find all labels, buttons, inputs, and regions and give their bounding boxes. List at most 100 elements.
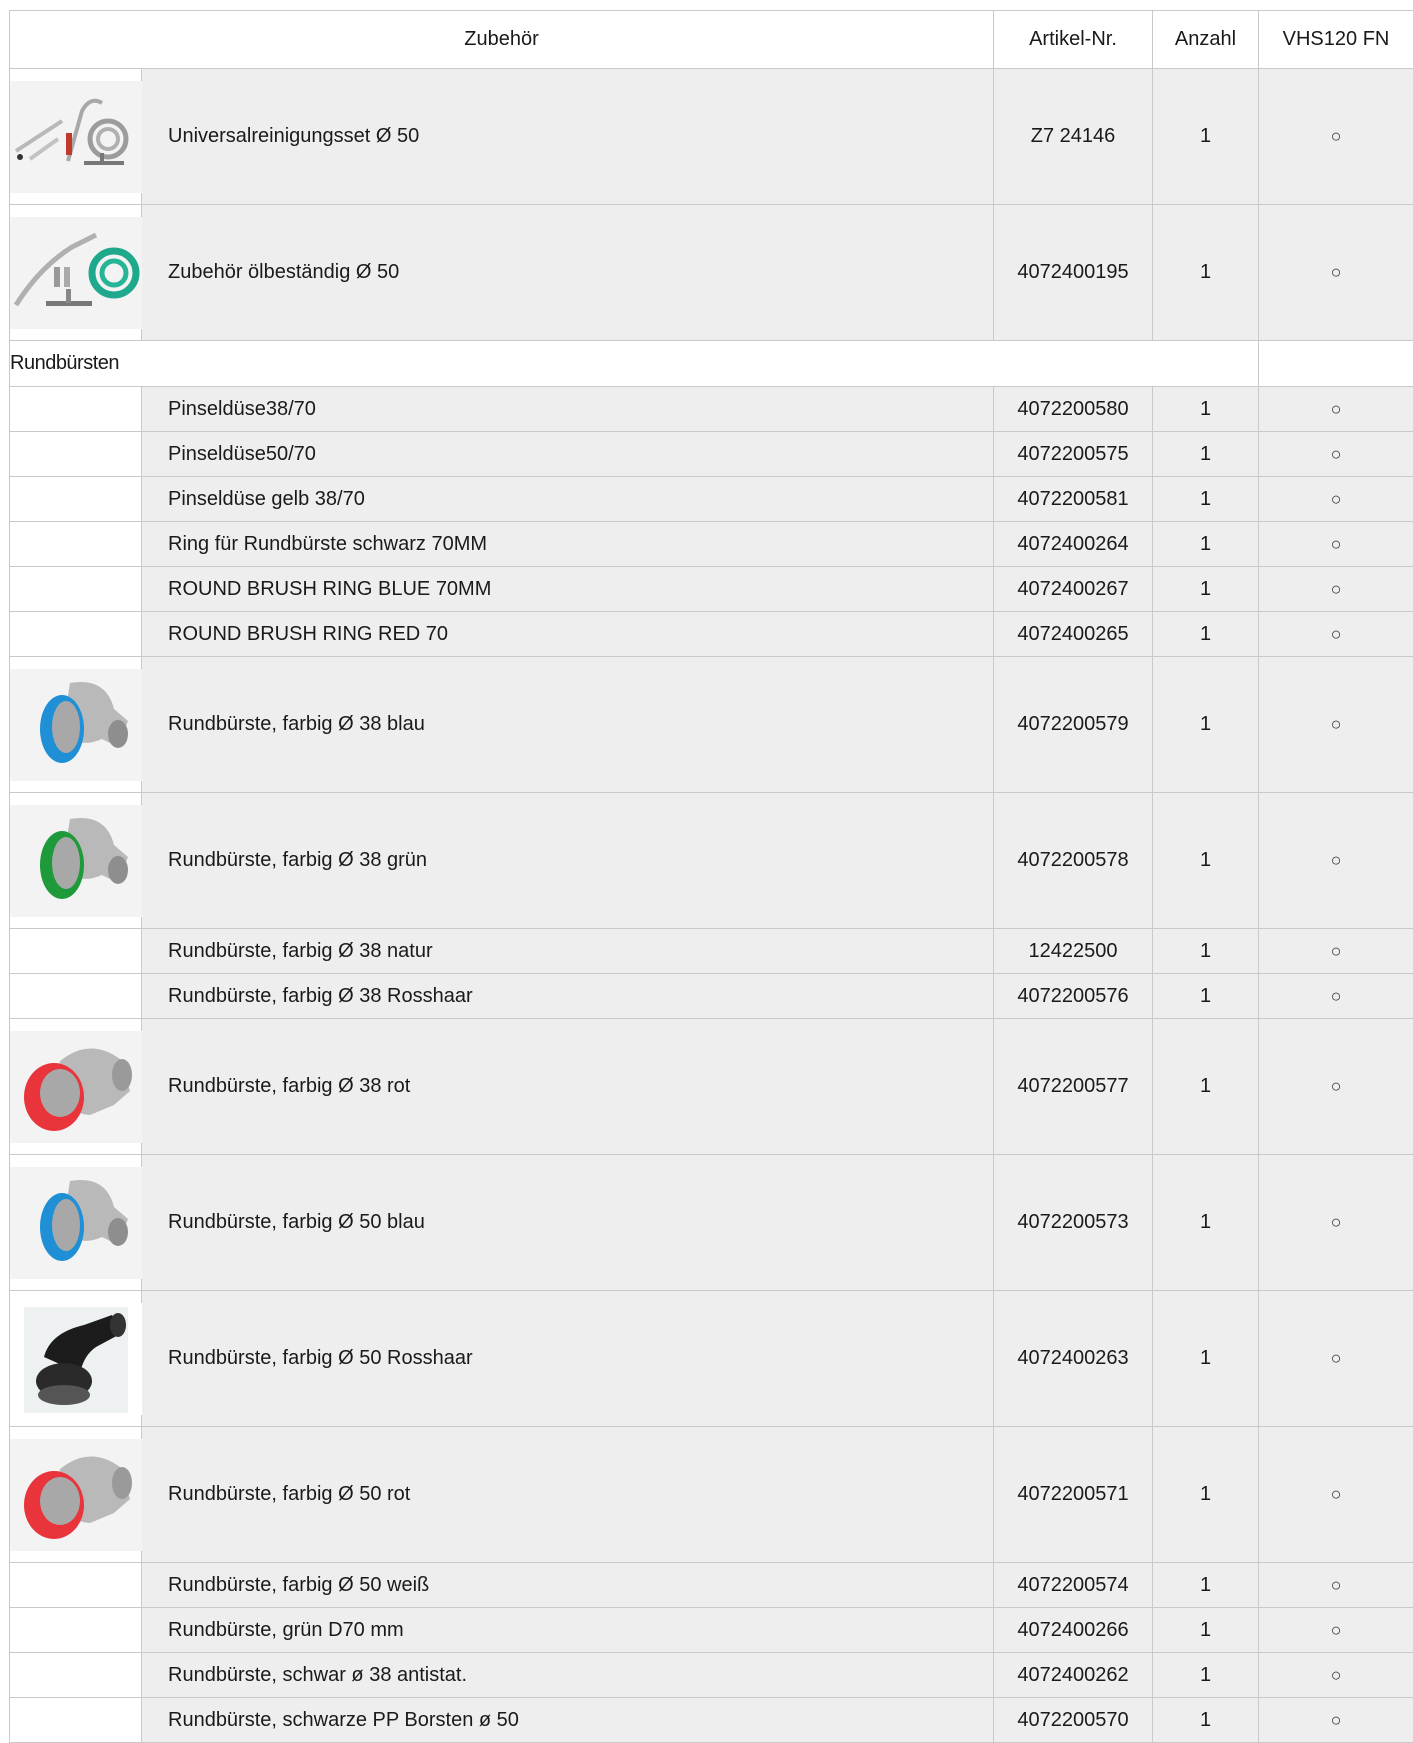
product-image-cell (10, 205, 142, 341)
header-accessory: Zubehör (10, 11, 994, 69)
product-name: Rundbürste, farbig Ø 50 rot (142, 1427, 994, 1563)
table-row: Zubehör ölbeständig Ø 50 4072400195 1 ○ (10, 205, 1413, 341)
item-count: 1 (1153, 793, 1259, 929)
table-row: Rundbürste, farbig Ø 38 Rosshaar 4072200… (10, 974, 1413, 1019)
availability-mark: ○ (1259, 793, 1413, 929)
availability-mark: ○ (1259, 1427, 1413, 1563)
empty-image-cell (10, 1698, 142, 1743)
item-count: 1 (1153, 567, 1259, 612)
product-name: Pinseldüse38/70 (142, 387, 994, 432)
empty-image-cell (10, 1563, 142, 1608)
header-article-number: Artikel-Nr. (994, 11, 1153, 69)
product-name: Rundbürste, farbig Ø 38 Rosshaar (142, 974, 994, 1019)
empty-image-cell (10, 974, 142, 1019)
availability-mark: ○ (1259, 1155, 1413, 1291)
article-number: 4072200574 (994, 1563, 1153, 1608)
product-name: ROUND BRUSH RING BLUE 70MM (142, 567, 994, 612)
availability-mark: ○ (1259, 929, 1413, 974)
item-count: 1 (1153, 1291, 1259, 1427)
availability-mark: ○ (1259, 1291, 1413, 1427)
article-number: 4072200578 (994, 793, 1153, 929)
table-row: Rundbürste, farbig Ø 50 blau 4072200573 … (10, 1155, 1413, 1291)
product-name: Rundbürste, schwarze PP Borsten ø 50 (142, 1698, 994, 1743)
article-number: 12422500 (994, 929, 1153, 974)
empty-image-cell (10, 432, 142, 477)
availability-mark: ○ (1259, 612, 1413, 657)
article-number: 4072200581 (994, 477, 1153, 522)
item-count: 1 (1153, 974, 1259, 1019)
product-image-cell (10, 69, 142, 205)
table-row: Pinseldüse gelb 38/70 4072200581 1 ○ (10, 477, 1413, 522)
item-count: 1 (1153, 1608, 1259, 1653)
item-count: 1 (1153, 69, 1259, 205)
availability-mark: ○ (1259, 432, 1413, 477)
product-name: Universalreinigungsset Ø 50 (142, 69, 994, 205)
article-number: 4072400263 (994, 1291, 1153, 1427)
table-row: Pinseldüse50/70 4072200575 1 ○ (10, 432, 1413, 477)
article-number: 4072400267 (994, 567, 1153, 612)
item-count: 1 (1153, 1698, 1259, 1743)
product-image-cell (10, 657, 142, 793)
article-number: 4072400262 (994, 1653, 1153, 1698)
table-row: Rundbürste, farbig Ø 38 blau 4072200579 … (10, 657, 1413, 793)
availability-mark: ○ (1259, 1653, 1413, 1698)
table-row: Pinseldüse38/70 4072200580 1 ○ (10, 387, 1413, 432)
product-name: Pinseldüse gelb 38/70 (142, 477, 994, 522)
availability-mark: ○ (1259, 974, 1413, 1019)
availability-mark: ○ (1259, 1563, 1413, 1608)
item-count: 1 (1153, 1019, 1259, 1155)
product-name: Rundbürste, farbig Ø 38 blau (142, 657, 994, 793)
table-header-row: Zubehör Artikel-Nr. Anzahl VHS120 FN (10, 11, 1413, 69)
article-number: 4072200570 (994, 1698, 1153, 1743)
product-image-cell (10, 1427, 142, 1563)
product-name: Ring für Rundbürste schwarz 70MM (142, 522, 994, 567)
item-count: 1 (1153, 1155, 1259, 1291)
article-number: 4072200576 (994, 974, 1153, 1019)
availability-mark: ○ (1259, 1698, 1413, 1743)
article-number: 4072200573 (994, 1155, 1153, 1291)
article-number: 4072200580 (994, 387, 1153, 432)
availability-mark: ○ (1259, 567, 1413, 612)
product-name: Rundbürste, farbig Ø 38 rot (142, 1019, 994, 1155)
round-brush-blue-icon (10, 1167, 142, 1279)
product-name: ROUND BRUSH RING RED 70 (142, 612, 994, 657)
table-row: ROUND BRUSH RING RED 70 4072400265 1 ○ (10, 612, 1413, 657)
item-count: 1 (1153, 1653, 1259, 1698)
table-row: Rundbürste, farbig Ø 50 Rosshaar 4072400… (10, 1291, 1413, 1427)
availability-mark: ○ (1259, 1019, 1413, 1155)
article-number: 4072400265 (994, 612, 1153, 657)
article-number: 4072200579 (994, 657, 1153, 793)
product-name: Rundbürste, grün D70 mm (142, 1608, 994, 1653)
article-number: 4072400264 (994, 522, 1153, 567)
article-number: 4072200577 (994, 1019, 1153, 1155)
table-row: Rundbürste, schwarze PP Borsten ø 50 407… (10, 1698, 1413, 1743)
product-image-cell (10, 793, 142, 929)
header-count: Anzahl (1153, 11, 1259, 69)
empty-image-cell (10, 387, 142, 432)
product-image-cell (10, 1155, 142, 1291)
product-name: Rundbürste, farbig Ø 38 natur (142, 929, 994, 974)
product-name: Rundbürste, farbig Ø 38 grün (142, 793, 994, 929)
empty-image-cell (10, 929, 142, 974)
availability-mark: ○ (1259, 1608, 1413, 1653)
table-row: Rundbürste, farbig Ø 38 rot 4072200577 1… (10, 1019, 1413, 1155)
item-count: 1 (1153, 522, 1259, 567)
empty-image-cell (10, 477, 142, 522)
table-row: Rundbürste, farbig Ø 38 natur 12422500 1… (10, 929, 1413, 974)
item-count: 1 (1153, 205, 1259, 341)
accessories-table: Zubehör Artikel-Nr. Anzahl VHS120 FN (9, 10, 1413, 1743)
item-count: 1 (1153, 929, 1259, 974)
table-row: Rundbürste, schwar ø 38 antistat. 407240… (10, 1653, 1413, 1698)
table-row: Ring für Rundbürste schwarz 70MM 4072400… (10, 522, 1413, 567)
product-name: Zubehör ölbeständig Ø 50 (142, 205, 994, 341)
section-header-row: Rundbürsten (10, 341, 1413, 387)
round-brush-red-icon (10, 1031, 142, 1143)
item-count: 1 (1153, 432, 1259, 477)
empty-image-cell (10, 1608, 142, 1653)
product-name: Rundbürste, farbig Ø 50 blau (142, 1155, 994, 1291)
item-count: 1 (1153, 657, 1259, 793)
item-count: 1 (1153, 1563, 1259, 1608)
table-row: Rundbürste, farbig Ø 38 grün 4072200578 … (10, 793, 1413, 929)
article-number: 4072200571 (994, 1427, 1153, 1563)
availability-mark: ○ (1259, 522, 1413, 567)
